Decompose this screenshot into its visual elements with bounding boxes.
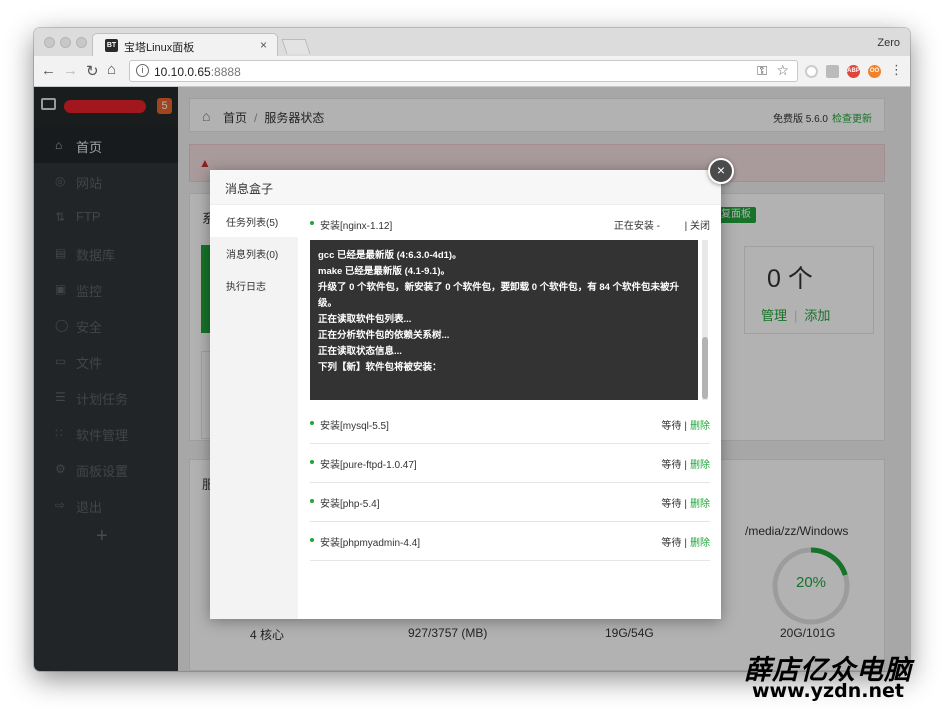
queue-item-actions: 等待 | 删除 [661,534,710,549]
install-log[interactable]: gcc 已经是最新版 (4:6.3.0-4d1)。 make 已经是最新版 (4… [310,240,698,400]
log-line: 正在读取软件包列表... [318,314,412,325]
url-port: :8888 [210,65,241,79]
key-icon[interactable]: ⚿ [757,63,767,79]
task-name: 安装[nginx-1.12] [320,221,393,232]
address-bar[interactable]: i 10.10.0.65:8888 ⚿ ☆ [129,60,798,82]
status-dot-icon [310,499,314,503]
tab-message-list[interactable]: 消息列表(0) [210,237,298,269]
status-dot-icon [310,421,314,425]
delete-link[interactable]: 删除 [690,538,710,549]
queue-item-status: 等待 [661,460,682,471]
task-status: 正在安装 - [613,221,660,232]
tab-title: 宝塔Linux面板 [124,42,195,54]
modal-title: 消息盒子 [225,182,274,196]
back-arrow-icon[interactable]: ← [41,62,56,79]
bookmark-star-icon[interactable]: ☆ [776,62,789,79]
tab-strip: BT 宝塔Linux面板 × Zero [34,28,910,57]
browser-toolbar: ← → ↻ ⌂ i 10.10.0.65:8888 ⚿ ☆ ABP OO ⋮ [34,56,910,87]
tab-label: 任务列表(5) [226,218,279,229]
queue-item: 安装[pure-ftpd-1.0.47] 等待 | 删除 [310,444,710,483]
window-close-light[interactable] [44,37,55,48]
status-dot-icon [310,221,314,225]
queue-item-status: 等待 [661,421,682,432]
home-icon[interactable]: ⌂ [107,61,116,78]
task-close-link[interactable]: | 关闭 [685,217,710,232]
reload-icon[interactable]: ↻ [86,62,99,80]
message-box-modal: 消息盒子 × 任务列表(5) 消息列表(0) 执行日志 安装[nginx-1.1… [210,158,734,619]
modal-header: 消息盒子 [210,170,721,205]
log-line: 正在读取状态信息... [318,346,402,357]
tab-task-list[interactable]: 任务列表(5) [210,205,298,237]
delete-link[interactable]: 删除 [690,499,710,510]
browser-tab[interactable]: BT 宝塔Linux面板 × [92,33,278,57]
log-line: gcc 已经是最新版 (4:6.3.0-4d1)。 [318,250,462,261]
browser-window: BT 宝塔Linux面板 × Zero ← → ↻ ⌂ i 10.10.0.65… [34,28,910,671]
url-text[interactable]: 10.10.0.65:8888 [154,65,241,79]
queue-item: 安装[phpmyadmin-4.4] 等待 | 删除 [310,522,710,561]
bt-favicon-icon: BT [105,39,118,52]
log-scrollbar[interactable] [702,240,708,400]
queue-item-name: 安装[pure-ftpd-1.0.47] [320,460,417,471]
window-zoom-light[interactable] [76,37,87,48]
url-host: 10.10.0.65 [154,65,211,79]
log-line: 升级了 0 个软件包，新安装了 0 个软件包，要卸载 0 个软件包，有 84 个… [318,282,680,293]
adblock-icon[interactable]: ABP [847,65,860,78]
tab-close-icon[interactable]: × [260,38,267,52]
forward-arrow-icon[interactable]: → [63,62,78,79]
ext-infinity-icon[interactable]: OO [868,65,881,78]
page-viewport: 5 ⌂ 首页 ◎ 网站 ⇅ FTP ▤ 数据库 ▣ 监控 ◯ 安全 ▭ 文件 ☰ 计划任务 ∷ 软… [34,87,910,671]
log-line: 正在分析软件包的依赖关系树... [318,330,450,341]
action-separator: | [684,538,687,549]
queue-item-actions: 等待 | 删除 [661,417,710,432]
menu-kebab-icon[interactable]: ⋮ [890,62,903,78]
queue-item-actions: 等待 | 删除 [661,495,710,510]
new-tab-button[interactable] [281,39,311,54]
delete-link[interactable]: 删除 [690,460,710,471]
queue-item: 安装[mysql-5.5] 等待 | 删除 [310,405,710,444]
log-line: 级。 [318,298,338,309]
queue-item-name: 安装[php-5.4] [320,499,380,510]
action-separator: | [684,499,687,510]
status-dot-icon [310,538,314,542]
action-separator: | [684,460,687,471]
ext-screenshot-icon[interactable] [826,65,839,78]
queue-item-actions: 等待 | 删除 [661,456,710,471]
ext-circle-icon[interactable] [805,65,818,78]
scrollbar-thumb[interactable] [702,337,708,399]
task-list: 安装[nginx-1.12] 正在安装 - | 关闭 gcc 已经是最新版 (4… [310,205,710,619]
window-minimize-light[interactable] [60,37,71,48]
queue-item-name: 安装[mysql-5.5] [320,421,389,432]
tab-execution-log[interactable]: 执行日志 [210,269,298,301]
profile-name[interactable]: Zero [877,37,900,49]
queue-item-status: 等待 [661,499,682,510]
tab-label: 消息列表(0) [226,250,279,261]
tab-label: 执行日志 [226,282,266,293]
info-icon[interactable]: i [136,64,149,77]
queue-item: 安装[php-5.4] 等待 | 删除 [310,483,710,522]
close-icon[interactable]: × [708,158,734,184]
log-line: 下列【新】软件包将被安装： [318,362,442,373]
delete-link[interactable]: 删除 [690,421,710,432]
modal-nav: 任务列表(5) 消息列表(0) 执行日志 [210,205,298,619]
current-task: 安装[nginx-1.12] 正在安装 - | 关闭 [310,217,710,232]
queue-item-name: 安装[phpmyadmin-4.4] [320,538,421,549]
queue-item-status: 等待 [661,538,682,549]
watermark-url: www.yzdn.net [752,680,904,702]
action-separator: | [684,421,687,432]
status-dot-icon [310,460,314,464]
log-line: make 已经是最新版 (4.1-9.1)。 [318,266,450,277]
